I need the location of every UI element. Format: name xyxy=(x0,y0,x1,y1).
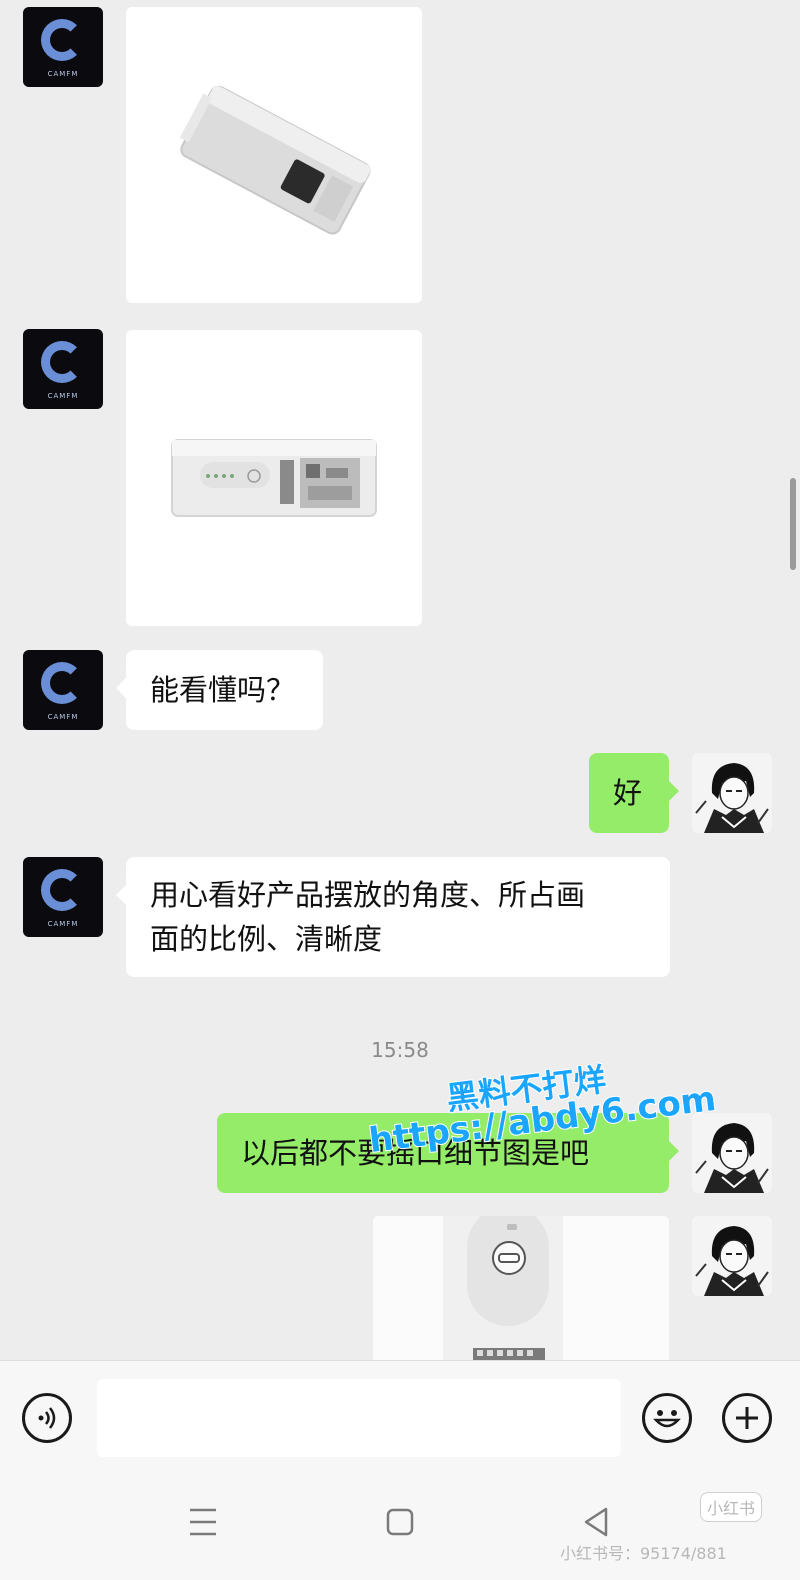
message-input[interactable] xyxy=(97,1379,621,1457)
voice-icon xyxy=(38,1407,56,1429)
user-avatar[interactable] xyxy=(692,1216,772,1296)
emoji-icon xyxy=(653,1410,681,1428)
plus-button[interactable] xyxy=(722,1393,772,1443)
home-icon xyxy=(386,1508,414,1536)
user-avatar[interactable] xyxy=(692,753,772,833)
image-message[interactable] xyxy=(373,1216,669,1370)
brand-c-logo-icon xyxy=(41,662,83,704)
plus-icon xyxy=(736,1407,758,1429)
product-photo xyxy=(179,85,371,235)
avatar-brand-label: CAMFM xyxy=(47,392,79,400)
avatar-brand-label: CAMFM xyxy=(47,920,79,928)
message-bubble-incoming[interactable]: 用心看好产品摆放的角度、所占画 面的比例、清晰度 xyxy=(116,857,670,977)
anime-avatar-icon xyxy=(692,1113,772,1193)
footer-id-text: 小红书号：95174/881 xyxy=(560,1544,727,1563)
anime-avatar-icon xyxy=(692,753,772,833)
footer-brand-badge: 小红书 xyxy=(700,1492,763,1522)
contact-avatar[interactable]: CAMFM xyxy=(23,650,103,730)
product-photo xyxy=(373,1216,669,1370)
message-line: 用心看好产品摆放的角度、所占画 xyxy=(150,878,586,912)
avatar-brand-label: CAMFM xyxy=(47,713,79,721)
input-bar xyxy=(0,1360,800,1471)
anime-avatar-icon xyxy=(692,1216,772,1296)
contact-avatar[interactable]: CAMFM xyxy=(23,329,103,409)
message-line: 面的比例、清晰度 xyxy=(150,922,383,956)
user-avatar[interactable] xyxy=(692,1113,772,1193)
contact-avatar[interactable]: CAMFM xyxy=(23,7,103,87)
back-icon xyxy=(584,1507,608,1537)
menu-button[interactable] xyxy=(188,1506,218,1542)
home-button[interactable] xyxy=(386,1508,414,1540)
chat-timestamp: 15:58 xyxy=(371,1038,429,1062)
image-message[interactable] xyxy=(126,7,422,303)
chat-area[interactable]: CAMFM CAMFM CAMFM 能看懂吗？ 好 CAMFM 用心看好产品摆放… xyxy=(0,0,800,1370)
message-bubble-outgoing[interactable]: 好 xyxy=(589,753,679,833)
brand-c-logo-icon xyxy=(41,19,83,61)
message-bubble-incoming[interactable]: 能看懂吗？ xyxy=(116,650,323,730)
brand-c-logo-icon xyxy=(41,869,83,911)
avatar-brand-label: CAMFM xyxy=(47,70,79,78)
scrollbar[interactable] xyxy=(790,478,796,570)
image-message[interactable] xyxy=(126,330,422,626)
brand-c-logo-icon xyxy=(41,341,83,383)
system-nav-bar: 小红书 小红书号：95174/881 xyxy=(0,1470,800,1580)
contact-avatar[interactable]: CAMFM xyxy=(23,857,103,937)
back-button[interactable] xyxy=(582,1506,610,1542)
voice-button[interactable] xyxy=(22,1393,72,1443)
emoji-button[interactable] xyxy=(642,1393,692,1443)
menu-icon xyxy=(190,1508,216,1536)
product-photo xyxy=(171,439,377,517)
